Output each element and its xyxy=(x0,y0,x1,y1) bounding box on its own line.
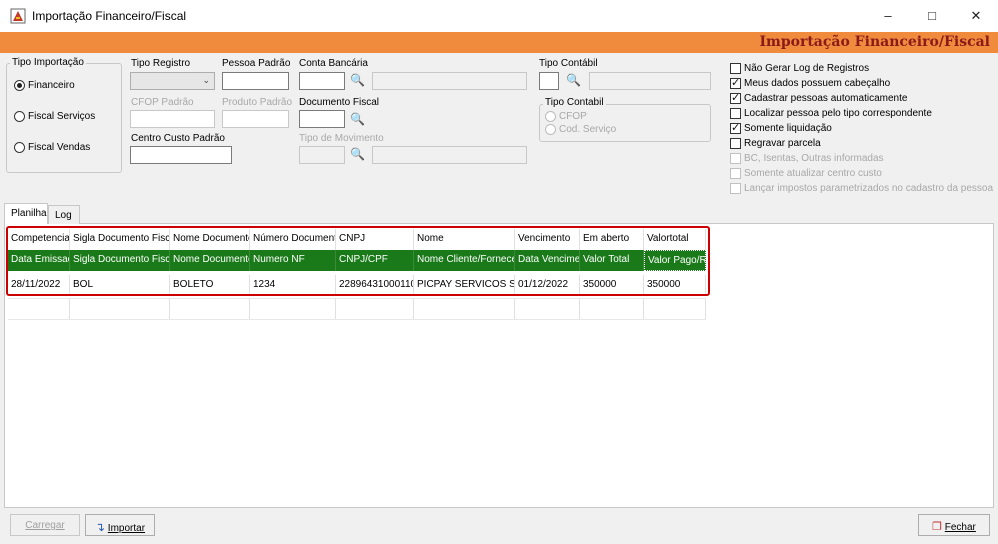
grid-cell-empty[interactable] xyxy=(250,299,336,320)
grid-cell-empty[interactable] xyxy=(170,299,250,320)
app-icon xyxy=(10,8,26,24)
import-icon: ↴ xyxy=(94,520,106,534)
checkbox-regravar-parcela-label: Regravar parcela xyxy=(744,138,821,149)
grid-cell-empty[interactable] xyxy=(644,299,706,320)
checkbox-somente-liquidacao[interactable] xyxy=(730,121,741,134)
tab-log[interactable]: Log xyxy=(48,205,80,224)
centro-custo-label: Centro Custo Padrão xyxy=(131,133,225,144)
grid-cell-empty[interactable] xyxy=(70,299,170,320)
checkbox-regravar-parcela[interactable] xyxy=(730,138,741,149)
conta-bancaria-label: Conta Bancária xyxy=(299,58,368,69)
radio-financeiro[interactable] xyxy=(14,80,25,91)
tipo-movimento-description xyxy=(372,146,527,164)
grid-divider xyxy=(8,298,706,299)
tipo-contabil-description xyxy=(589,72,711,90)
highlight-box xyxy=(6,226,710,296)
produto-padrao-input[interactable] xyxy=(222,110,289,128)
importar-label: Importar xyxy=(107,523,146,534)
close-button[interactable]: ✕ xyxy=(956,0,996,32)
grid-cell-empty[interactable] xyxy=(580,299,644,320)
tipo-contabil-label: Tipo Contábil xyxy=(539,58,598,69)
checkbox-lancar-impostos[interactable] xyxy=(730,183,741,194)
pessoa-padrao-input[interactable] xyxy=(222,72,289,90)
tab-planilha[interactable]: Planilha xyxy=(4,203,48,224)
tipo-registro-select[interactable]: ⌄ xyxy=(130,72,215,90)
radio-fiscal-servicos-label: Fiscal Serviços xyxy=(28,111,96,122)
header-title: Importação Financeiro/Fiscal xyxy=(759,34,990,50)
tipo-contabil-input[interactable] xyxy=(539,72,559,90)
conta-bancaria-description xyxy=(372,72,527,90)
tipo-importacao-label: Tipo Importação xyxy=(10,57,86,68)
cfop-padrao-input[interactable] xyxy=(130,110,215,128)
tipo-movimento-search-icon[interactable]: 🔍 xyxy=(350,147,365,161)
cfop-padrao-label: CFOP Padrão xyxy=(131,97,194,108)
produto-padrao-label: Produto Padrão xyxy=(222,97,293,108)
grid-cell-empty[interactable] xyxy=(515,299,580,320)
carregar-label: Carregar xyxy=(25,520,65,531)
checkbox-nao-gerar-log[interactable] xyxy=(730,63,741,74)
checkbox-bc-isentas-label: BC, Isentas, Outras informadas xyxy=(744,153,884,164)
grid-cell-empty[interactable] xyxy=(8,299,70,320)
radio-cod-servico-label: Cod. Serviço xyxy=(559,124,617,135)
pessoa-padrao-label: Pessoa Padrão xyxy=(222,58,291,69)
close-window-icon: ❐ xyxy=(932,521,942,533)
conta-bancaria-search-icon[interactable]: 🔍 xyxy=(350,73,365,87)
fechar-label: Fechar xyxy=(944,522,976,533)
tipo-contabil-group xyxy=(539,104,711,142)
checkbox-cabecalho[interactable] xyxy=(730,76,741,89)
documento-fiscal-input[interactable] xyxy=(299,110,345,128)
checkbox-lancar-impostos-label: Lançar impostos parametrizados no cadast… xyxy=(744,183,994,194)
tipo-contabil-group-label: Tipo Contabil xyxy=(543,97,606,108)
radio-cfop[interactable] xyxy=(545,111,556,122)
header-banner: Importação Financeiro/Fiscal xyxy=(0,32,998,53)
checkbox-bc-isentas[interactable] xyxy=(730,153,741,164)
fechar-button[interactable]: ❐ Fechar xyxy=(918,514,990,536)
checkbox-localizar-pessoa[interactable] xyxy=(730,108,741,119)
checkbox-atualizar-centro-custo[interactable] xyxy=(730,168,741,179)
chevron-down-icon: ⌄ xyxy=(202,75,210,85)
radio-financeiro-label: Financeiro xyxy=(28,80,75,91)
grid-cell-empty[interactable] xyxy=(414,299,515,320)
checkbox-somente-liquidacao-label: Somente liquidação xyxy=(744,123,832,134)
radio-fiscal-vendas[interactable] xyxy=(14,142,25,153)
tipo-contabil-search-icon[interactable]: 🔍 xyxy=(566,73,581,87)
documento-fiscal-label: Documento Fiscal xyxy=(299,97,380,108)
checkbox-atualizar-centro-custo-label: Somente atualizar centro custo xyxy=(744,168,882,179)
checkbox-cadastrar-pessoas[interactable] xyxy=(730,91,741,104)
grid-divider xyxy=(8,319,706,320)
documento-fiscal-search-icon[interactable]: 🔍 xyxy=(350,112,365,126)
tipo-movimento-input[interactable] xyxy=(299,146,345,164)
maximize-button[interactable]: □ xyxy=(912,0,952,32)
checkbox-nao-gerar-log-label: Não Gerar Log de Registros xyxy=(744,63,870,74)
tipo-movimento-label: Tipo de Movimento xyxy=(299,133,384,144)
radio-fiscal-servicos[interactable] xyxy=(14,111,25,122)
conta-bancaria-input[interactable] xyxy=(299,72,345,90)
importar-button[interactable]: ↴ Importar xyxy=(85,514,155,536)
centro-custo-input[interactable] xyxy=(130,146,232,164)
grid-cell-empty[interactable] xyxy=(336,299,414,320)
tipo-registro-label: Tipo Registro xyxy=(131,58,191,69)
checkbox-cabecalho-label: Meus dados possuem cabeçalho xyxy=(744,78,891,89)
checkbox-cadastrar-pessoas-label: Cadastrar pessoas automaticamente xyxy=(744,93,908,104)
radio-fiscal-vendas-label: Fiscal Vendas xyxy=(28,142,91,153)
minimize-button[interactable]: – xyxy=(868,0,908,32)
radio-cfop-label: CFOP xyxy=(559,111,587,122)
radio-cod-servico[interactable] xyxy=(545,124,556,135)
carregar-button[interactable]: Carregar xyxy=(10,514,80,536)
window-title: Importação Financeiro/Fiscal xyxy=(32,9,187,23)
checkbox-localizar-pessoa-label: Localizar pessoa pelo tipo correspondent… xyxy=(744,108,932,119)
